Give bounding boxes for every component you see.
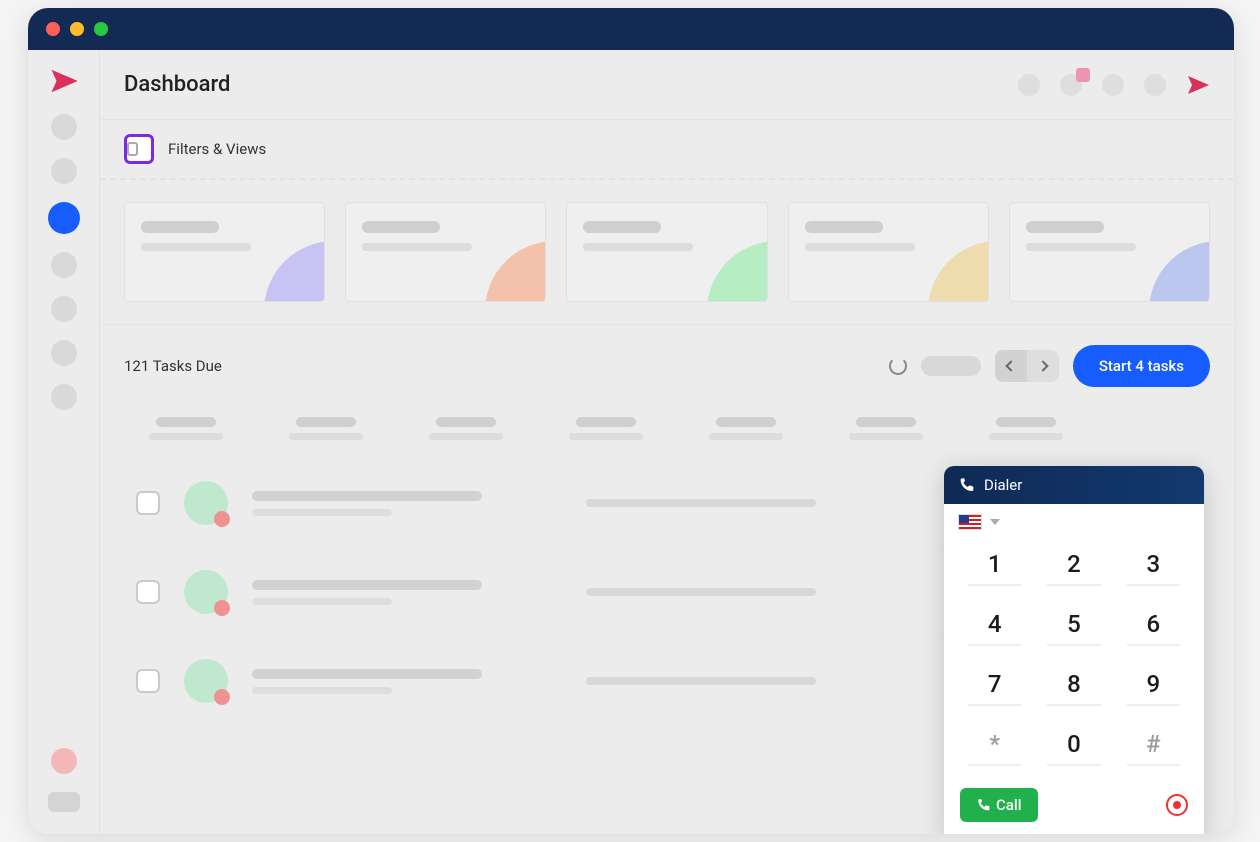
keypad-2[interactable]: 2 [1047,548,1100,586]
avatar [184,570,228,614]
dialer-title: Dialer [984,476,1022,494]
sidebar-status-icon[interactable] [51,748,77,774]
notifications-icon[interactable] [1060,74,1082,96]
flag-us-icon [958,514,982,530]
keypad-3[interactable]: 3 [1127,548,1180,586]
window-close-icon[interactable] [46,22,60,36]
filters-label: Filters & Views [168,140,266,158]
row-checkbox[interactable] [136,580,160,604]
filters-icon [124,134,154,164]
window-zoom-icon[interactable] [94,22,108,36]
app-window: Dashboard Filters & Views [28,8,1234,834]
header: Dashboard [100,50,1234,120]
avatar [184,481,228,525]
stat-cards-row [100,180,1234,325]
sidebar [28,50,100,834]
page-title: Dashboard [124,72,230,97]
keypad-7[interactable]: 7 [968,668,1021,706]
table-header [124,407,1210,458]
app-logo-icon[interactable] [49,66,79,96]
sidebar-item[interactable] [51,384,77,410]
table-column[interactable] [416,417,516,440]
sidebar-item[interactable] [51,158,77,184]
call-button[interactable]: Call [960,788,1038,822]
pager-next-button[interactable] [1027,350,1059,382]
dialer-footer: Call [944,776,1204,834]
keypad-6[interactable]: 6 [1127,608,1180,646]
table-column[interactable] [556,417,656,440]
keypad-5[interactable]: 5 [1047,608,1100,646]
header-action-icon[interactable] [1018,74,1040,96]
keypad-0[interactable]: 0 [1047,728,1100,766]
sidebar-item[interactable] [51,114,77,140]
pager [995,350,1059,382]
row-checkbox[interactable] [136,669,160,693]
start-tasks-button[interactable]: Start 4 tasks [1073,345,1210,387]
stat-card[interactable] [124,202,325,302]
header-actions [1018,73,1210,97]
pager-prev-button[interactable] [995,350,1027,382]
sidebar-item-active[interactable] [48,202,80,234]
header-action-icon[interactable] [1144,74,1166,96]
stat-card[interactable] [345,202,546,302]
keypad-hash[interactable]: # [1127,728,1180,766]
keypad-9[interactable]: 9 [1127,668,1180,706]
filters-row[interactable]: Filters & Views [100,120,1234,180]
call-button-label: Call [996,796,1022,814]
dialer-header[interactable]: Dialer [944,466,1204,504]
row-checkbox[interactable] [136,491,160,515]
skeleton-pill [921,356,981,376]
row-primary [252,491,482,516]
keypad-1[interactable]: 1 [968,548,1021,586]
window-minimize-icon[interactable] [70,22,84,36]
keypad-star[interactable]: * [968,728,1021,766]
tasks-due-label: 121 Tasks Due [124,357,222,375]
keypad-8[interactable]: 8 [1047,668,1100,706]
dialer-country-select[interactable] [944,504,1204,532]
header-action-icon[interactable] [1102,74,1124,96]
sidebar-item[interactable] [51,296,77,322]
main: Dashboard Filters & Views [100,50,1234,834]
sidebar-bottom-chip[interactable] [48,792,80,812]
stat-card[interactable] [788,202,989,302]
keypad-4[interactable]: 4 [968,608,1021,646]
dialer-panel: Dialer 1 2 3 4 5 6 7 8 9 * 0 [944,466,1204,834]
row-primary [252,669,482,694]
chevron-right-icon [1037,360,1048,371]
sidebar-item[interactable] [51,340,77,366]
loading-spinner-icon [889,357,907,375]
row-primary [252,580,482,605]
chevron-down-icon [990,519,1000,525]
sidebar-item[interactable] [51,252,77,278]
phone-icon [976,798,990,812]
send-icon[interactable] [1186,73,1210,97]
stat-card[interactable] [566,202,767,302]
titlebar [28,8,1234,50]
avatar [184,659,228,703]
row-secondary [586,677,816,685]
chevron-left-icon [1005,360,1016,371]
table-column[interactable] [696,417,796,440]
tasks-bar: 121 Tasks Due Start 4 tasks [100,325,1234,407]
record-button[interactable] [1166,794,1188,816]
table-column[interactable] [136,417,236,440]
table-column[interactable] [276,417,376,440]
phone-icon [958,477,974,493]
row-secondary [586,588,816,596]
stat-card[interactable] [1009,202,1210,302]
table-column[interactable] [976,417,1076,440]
table-column[interactable] [836,417,936,440]
dialer-keypad: 1 2 3 4 5 6 7 8 9 * 0 # [944,532,1204,776]
row-secondary [586,499,816,507]
